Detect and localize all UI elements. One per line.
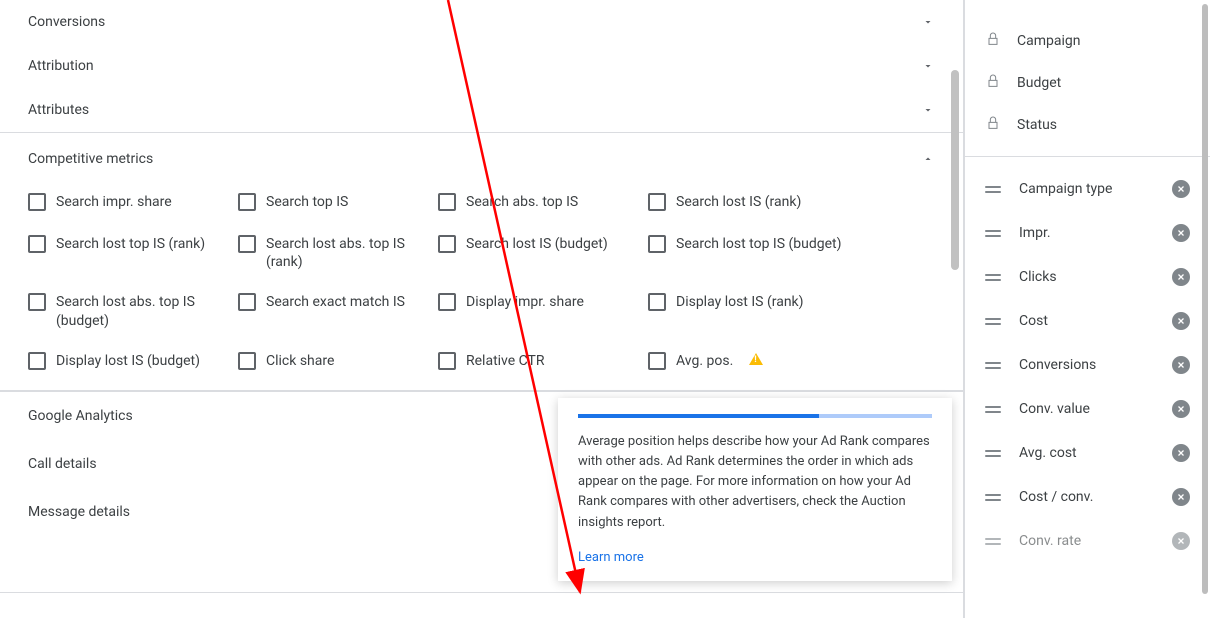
column-conv-value[interactable]: Conv. value (965, 387, 1210, 431)
section-competitive-metrics[interactable]: Competitive metrics (0, 133, 963, 173)
competitive-metrics-body: Search impr. share Search top IS Search … (0, 173, 963, 391)
remove-button[interactable] (1172, 180, 1190, 198)
column-campaign-type[interactable]: Campaign type (965, 167, 1210, 211)
checkbox-search-lost-abs-top-is-budget[interactable]: Search lost abs. top IS (budget) (28, 293, 228, 329)
section-label: Attribution (28, 58, 94, 74)
remove-button[interactable] (1172, 532, 1190, 550)
lock-icon (985, 72, 1001, 94)
scrollbar[interactable] (951, 70, 959, 320)
column-cost-conv[interactable]: Cost / conv. (965, 475, 1210, 519)
checkbox-relative-ctr[interactable]: Relative CTR (438, 352, 638, 372)
checkbox-search-top-is[interactable]: Search top IS (238, 193, 428, 213)
drag-handle-icon[interactable] (985, 406, 1001, 413)
locked-column-campaign: Campaign (965, 20, 1210, 62)
section-attributes[interactable]: Attributes (0, 88, 963, 133)
remove-button[interactable] (1172, 224, 1190, 242)
section-label: Message details (28, 504, 130, 520)
avg-pos-tooltip: Average position helps describe how your… (558, 398, 952, 581)
column-cost[interactable]: Cost (965, 299, 1210, 343)
column-avg-cost[interactable]: Avg. cost (965, 431, 1210, 475)
remove-button[interactable] (1172, 312, 1190, 330)
section-attribution[interactable]: Attribution (0, 44, 963, 88)
remove-button[interactable] (1172, 444, 1190, 462)
section-label: Google Analytics (28, 408, 133, 424)
footer-edge (0, 592, 963, 618)
remove-button[interactable] (1172, 488, 1190, 506)
remove-button[interactable] (1172, 356, 1190, 374)
section-label: Conversions (28, 14, 105, 30)
drag-handle-icon[interactable] (985, 494, 1001, 501)
remove-button[interactable] (1172, 268, 1190, 286)
divider (965, 156, 1210, 157)
checkbox-search-lost-abs-top-is-rank[interactable]: Search lost abs. top IS (rank) (238, 235, 428, 271)
right-scrollbar[interactable] (1202, 4, 1208, 594)
lock-icon (985, 114, 1001, 136)
tooltip-body: Average position helps describe how your… (558, 432, 952, 549)
chevron-up-icon (921, 152, 935, 166)
remove-button[interactable] (1172, 400, 1190, 418)
drag-handle-icon[interactable] (985, 230, 1001, 237)
locked-column-status: Status (965, 104, 1210, 146)
section-conversions[interactable]: Conversions (0, 0, 963, 44)
locked-column-budget: Budget (965, 62, 1210, 104)
checkbox-display-lost-is-rank[interactable]: Display lost IS (rank) (648, 293, 848, 329)
selected-columns-panel: Campaign Budget Status Campaign type Imp… (964, 0, 1210, 618)
section-label: Attributes (28, 102, 89, 118)
drag-handle-icon[interactable] (985, 318, 1001, 325)
drag-handle-icon[interactable] (985, 538, 1001, 545)
section-label: Call details (28, 456, 97, 472)
chevron-down-icon (921, 103, 935, 117)
chevron-down-icon (921, 59, 935, 73)
chevron-down-icon (921, 15, 935, 29)
lock-icon (985, 30, 1001, 52)
checkbox-search-exact-match-is[interactable]: Search exact match IS (238, 293, 428, 329)
section-label: Competitive metrics (28, 151, 153, 167)
checkbox-search-lost-top-is-rank[interactable]: Search lost top IS (rank) (28, 235, 228, 271)
column-clicks[interactable]: Clicks (965, 255, 1210, 299)
column-impr[interactable]: Impr. (965, 211, 1210, 255)
tooltip-progress-bar (578, 414, 932, 418)
checkbox-display-lost-is-budget[interactable]: Display lost IS (budget) (28, 352, 228, 372)
drag-handle-icon[interactable] (985, 186, 1001, 193)
checkbox-search-lost-is-budget[interactable]: Search lost IS (budget) (438, 235, 638, 271)
column-conv-rate[interactable]: Conv. rate (965, 519, 1210, 563)
checkbox-search-abs-top-is[interactable]: Search abs. top IS (438, 193, 638, 213)
checkbox-avg-pos[interactable]: Avg. pos. (648, 352, 848, 372)
drag-handle-icon[interactable] (985, 274, 1001, 281)
checkbox-search-impr-share[interactable]: Search impr. share (28, 193, 228, 213)
checkbox-display-impr-share[interactable]: Display impr. share (438, 293, 638, 329)
learn-more-link[interactable]: Learn more (558, 550, 664, 581)
drag-handle-icon[interactable] (985, 362, 1001, 369)
checkbox-search-lost-is-rank[interactable]: Search lost IS (rank) (648, 193, 848, 213)
checkbox-click-share[interactable]: Click share (238, 352, 428, 372)
drag-handle-icon[interactable] (985, 450, 1001, 457)
checkbox-search-lost-top-is-budget[interactable]: Search lost top IS (budget) (648, 235, 848, 271)
warning-icon (749, 353, 763, 365)
column-conversions[interactable]: Conversions (965, 343, 1210, 387)
